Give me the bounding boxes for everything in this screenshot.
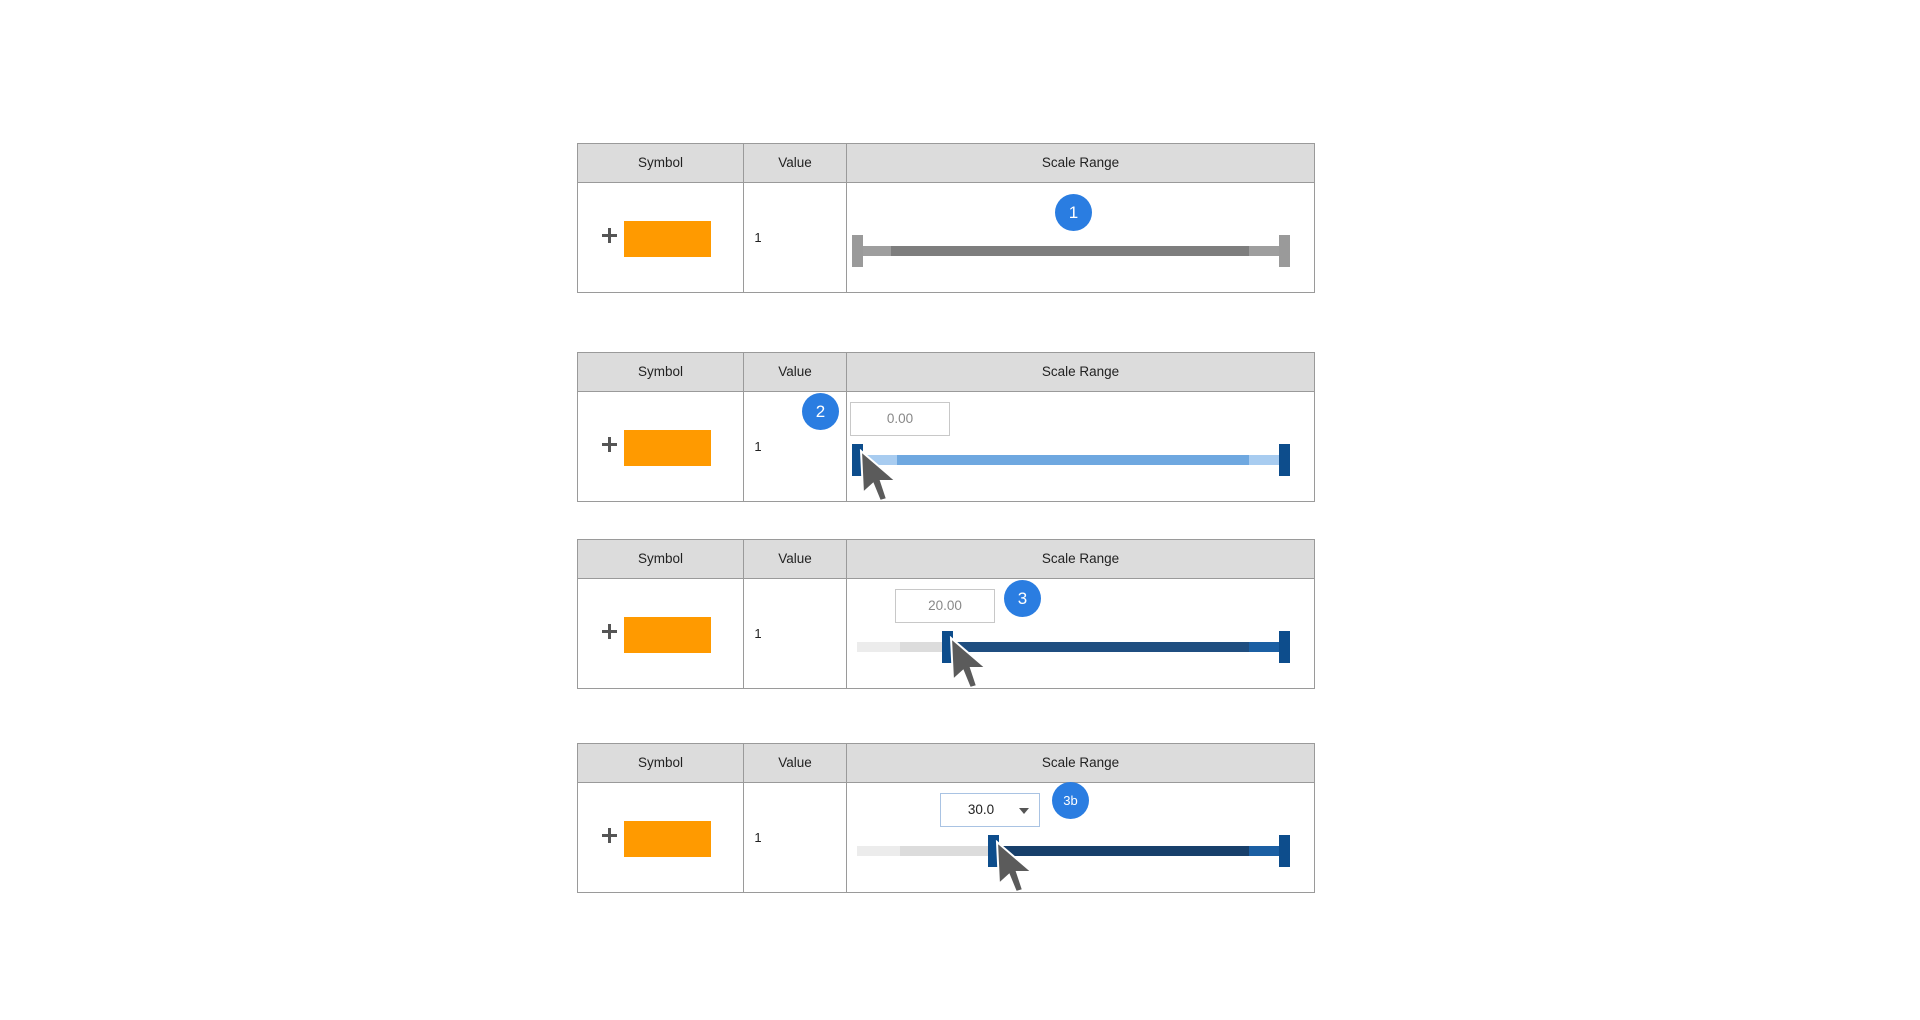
plus-icon[interactable]	[602, 228, 617, 243]
min-scale-dropdown[interactable]: 30.0	[940, 793, 1040, 827]
header-scale-range: Scale Range	[1041, 755, 1120, 770]
legend-table-1: Symbol Value Scale Range 1 1	[577, 143, 1315, 293]
scale-range-track-excluded[interactable]	[900, 642, 947, 652]
step-badge: 2	[802, 393, 839, 430]
table-header: Symbol Value Scale Range	[578, 744, 1314, 783]
scale-range-track-excluded[interactable]	[857, 846, 900, 856]
legend-table-4: Symbol Value Scale Range 1 30.0 3b	[577, 743, 1315, 893]
header-symbol: Symbol	[637, 364, 683, 379]
scale-range-track-excluded[interactable]	[900, 846, 993, 856]
header-value: Value	[778, 155, 812, 170]
table-header: Symbol Value Scale Range	[578, 353, 1314, 392]
header-scale-range: Scale Range	[1041, 155, 1120, 170]
scale-range-selection	[947, 642, 1284, 652]
mouse-cursor-icon	[859, 449, 899, 501]
value-cell: 1	[754, 626, 762, 641]
header-scale-range: Scale Range	[1041, 364, 1120, 379]
header-symbol: Symbol	[637, 755, 683, 770]
step-badge: 3b	[1052, 782, 1089, 819]
plus-icon[interactable]	[602, 437, 617, 452]
legend-table-3: Symbol Value Scale Range 1 20.00 3	[577, 539, 1315, 689]
header-symbol: Symbol	[637, 551, 683, 566]
scale-range-selection	[897, 455, 1249, 465]
symbol-swatch[interactable]	[624, 617, 711, 653]
step-badge: 1	[1055, 194, 1092, 231]
max-scale-handle[interactable]	[1279, 444, 1290, 476]
max-scale-handle[interactable]	[1279, 835, 1290, 867]
header-value: Value	[778, 551, 812, 566]
min-scale-input[interactable]: 0.00	[850, 402, 950, 436]
scale-range-selection	[891, 246, 1249, 256]
step-badge: 3	[1004, 580, 1041, 617]
scale-range-track-excluded[interactable]	[857, 642, 900, 652]
symbol-swatch[interactable]	[624, 221, 711, 257]
header-scale-range: Scale Range	[1041, 551, 1120, 566]
legend-table-2: Symbol Value Scale Range 1 0.00 2	[577, 352, 1315, 502]
value-cell: 1	[754, 230, 762, 245]
header-symbol: Symbol	[637, 155, 683, 170]
chevron-down-icon[interactable]	[1019, 808, 1029, 814]
symbol-swatch[interactable]	[624, 430, 711, 466]
min-scale-handle[interactable]	[852, 235, 863, 267]
mouse-cursor-icon	[995, 840, 1035, 892]
value-cell: 1	[754, 830, 762, 845]
header-value: Value	[778, 364, 812, 379]
table-header: Symbol Value Scale Range	[578, 144, 1314, 183]
mouse-cursor-icon	[949, 636, 989, 688]
max-scale-handle[interactable]	[1279, 235, 1290, 267]
symbol-swatch[interactable]	[624, 821, 711, 857]
header-value: Value	[778, 755, 812, 770]
plus-icon[interactable]	[602, 828, 617, 843]
max-scale-handle[interactable]	[1279, 631, 1290, 663]
value-cell: 1	[754, 439, 762, 454]
min-scale-input[interactable]: 20.00	[895, 589, 995, 623]
table-header: Symbol Value Scale Range	[578, 540, 1314, 579]
dropdown-value: 30.0	[967, 802, 995, 817]
plus-icon[interactable]	[602, 624, 617, 639]
